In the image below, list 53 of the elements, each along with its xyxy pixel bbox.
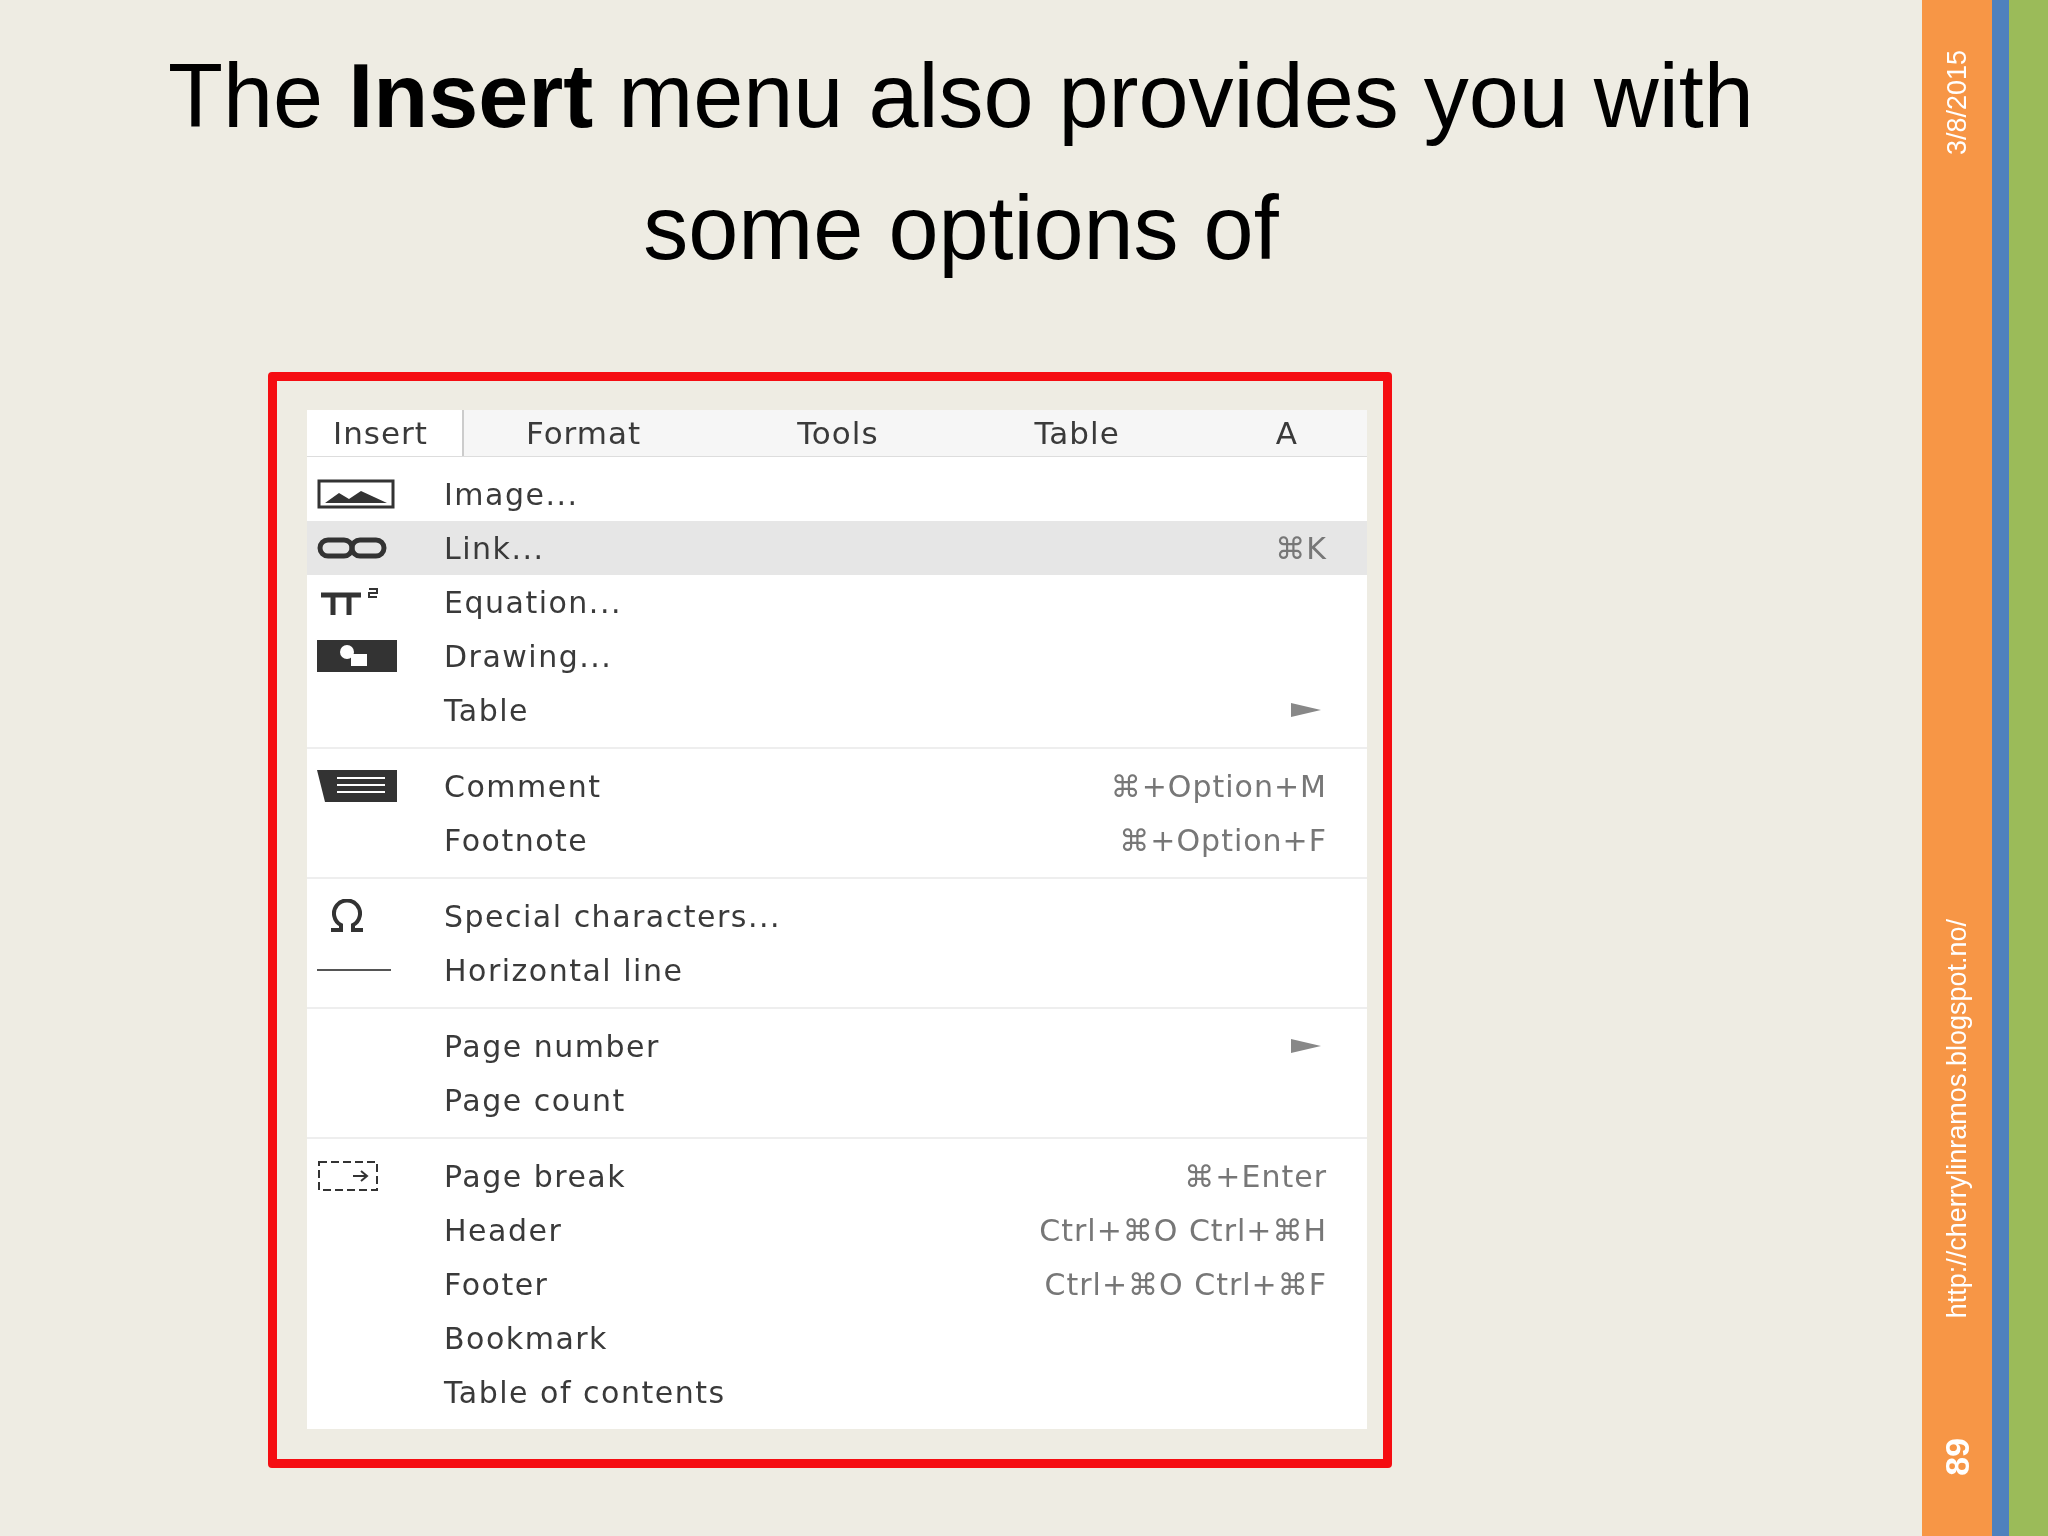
menu-item[interactable]: Horizontal line bbox=[307, 943, 1367, 997]
shortcut-text: Ctrl+⌘O Ctrl+⌘H bbox=[1039, 1212, 1327, 1248]
menu-item-label: Footnote bbox=[444, 822, 590, 858]
menu-item[interactable]: Table bbox=[307, 683, 1367, 737]
menu-item[interactable]: Table of contents bbox=[307, 1365, 1367, 1419]
menu-item[interactable]: Image... bbox=[307, 467, 1367, 521]
shortcut-text: Ctrl+⌘O Ctrl+⌘F bbox=[1044, 1266, 1327, 1302]
menu-bar-item[interactable]: A bbox=[1249, 410, 1328, 456]
horizontal-line-icon bbox=[317, 968, 391, 972]
menu-item-label: Comment bbox=[444, 768, 603, 804]
menu-item[interactable]: Page number bbox=[307, 1019, 1367, 1073]
menu-item-label: Header bbox=[444, 1212, 564, 1248]
menu-item-label: Link... bbox=[444, 530, 546, 566]
slide-title: The Insert menu also provides you with some options of bbox=[167, 45, 1755, 280]
menu-item-label: Image... bbox=[444, 476, 580, 512]
slide-number: 89 bbox=[1937, 1438, 1977, 1476]
menu-item-label: Equation... bbox=[444, 584, 623, 620]
menu-item-label: Drawing... bbox=[444, 638, 614, 674]
menu-item-label: Footer bbox=[444, 1266, 550, 1302]
menu-bar-item[interactable]: Insert bbox=[307, 410, 464, 456]
menu-item-label: Bookmark bbox=[444, 1320, 609, 1356]
menu-item[interactable]: Header Ctrl+⌘O Ctrl+⌘H bbox=[307, 1203, 1367, 1257]
shortcut-text: ⌘K bbox=[1275, 530, 1327, 566]
menu-item-label: Table of contents bbox=[444, 1374, 727, 1410]
menu-item-label: Horizontal line bbox=[444, 952, 685, 988]
menu-item[interactable]: Footnote ⌘+Option+F bbox=[307, 813, 1367, 867]
menu-bar-item[interactable]: Format bbox=[499, 410, 672, 456]
drawing-icon bbox=[317, 640, 397, 672]
menu-item[interactable]: Drawing... bbox=[307, 629, 1367, 683]
menu-item-label: Page count bbox=[444, 1082, 627, 1118]
menu-item[interactable]: Page count bbox=[307, 1073, 1367, 1127]
menu-bar-item[interactable]: Table bbox=[1008, 410, 1150, 456]
slide-date: 3/8/2015 bbox=[1941, 50, 1973, 156]
menu-item[interactable]: Equation... bbox=[307, 575, 1367, 629]
menu-item[interactable]: Comment ⌘+Option+M bbox=[307, 759, 1367, 813]
shortcut-text: ⌘+Option+F bbox=[1119, 822, 1327, 858]
menu-item-label: Page number bbox=[444, 1028, 661, 1064]
shortcut-text: ⌘+Enter bbox=[1184, 1158, 1327, 1194]
menu-item[interactable]: Link... ⌘K bbox=[307, 521, 1367, 575]
link-icon bbox=[317, 537, 387, 559]
page-break-icon bbox=[317, 1160, 379, 1192]
menu-item-label: Table bbox=[444, 692, 531, 728]
menu-item-label: Page break bbox=[444, 1158, 628, 1194]
source-url: http://cherrylinramos.blogspot.no/ bbox=[1941, 918, 1973, 1319]
shortcut-text: ⌘+Option+M bbox=[1110, 768, 1327, 804]
menu-item[interactable]: Page break ⌘+Enter bbox=[307, 1149, 1367, 1203]
image-icon bbox=[317, 479, 395, 509]
menu-item[interactable]: Bookmark bbox=[307, 1311, 1367, 1365]
menu-item-label: Special characters... bbox=[444, 898, 783, 934]
menu-item[interactable]: Special characters... bbox=[307, 889, 1367, 943]
menu-bar-item[interactable]: Tools bbox=[771, 410, 909, 456]
comment-icon bbox=[317, 770, 397, 802]
menu-item[interactable]: Footer Ctrl+⌘O Ctrl+⌘F bbox=[307, 1257, 1367, 1311]
